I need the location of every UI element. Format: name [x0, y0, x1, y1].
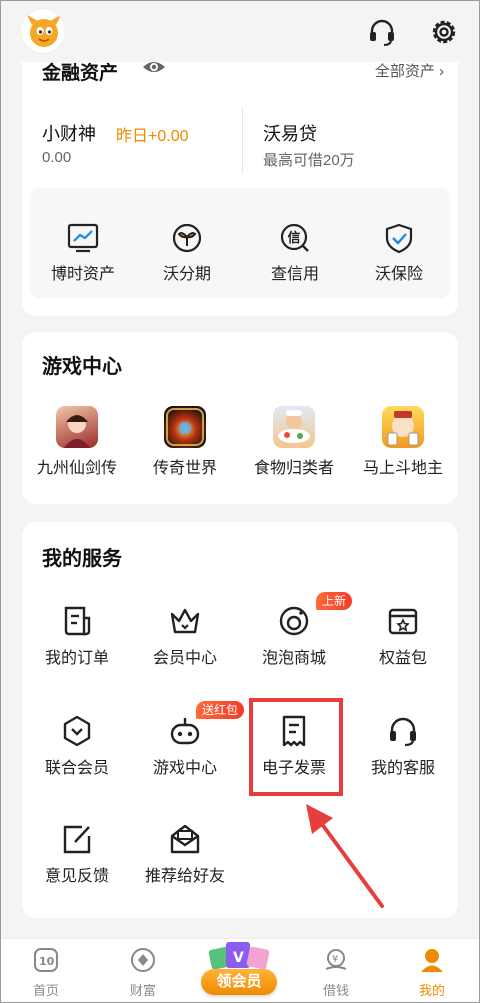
services-title: 我的服务	[42, 548, 122, 570]
highlight-box	[249, 698, 343, 796]
nav-vip-button[interactable]: 领会员	[201, 969, 277, 995]
quick-item-label: 沃保险	[374, 266, 423, 283]
game-thumbnail	[382, 406, 424, 448]
avatar[interactable]	[20, 8, 66, 54]
game-thumbnail	[273, 406, 315, 448]
service-my-orders[interactable]: 我的订单	[22, 604, 132, 668]
game-center-title: 游戏中心	[42, 356, 122, 378]
edit-icon	[63, 825, 91, 854]
game-item[interactable]: 食物归类者	[239, 406, 349, 478]
annotation-arrow-icon	[306, 804, 384, 908]
nav-loan[interactable]: ¥ 借钱	[306, 947, 366, 999]
sprout-icon	[172, 223, 202, 253]
nav-label: 首页	[32, 983, 59, 998]
credit-search-icon: 信	[280, 223, 309, 252]
nav-home[interactable]: 10 首页	[16, 947, 76, 999]
game-item[interactable]: 九州仙剑传	[22, 406, 132, 478]
service-recommend-friend[interactable]: 推荐给好友	[130, 822, 240, 886]
service-member-center[interactable]: 会员中心	[130, 604, 240, 668]
top-bar	[0, 0, 480, 62]
service-label: 会员中心	[152, 650, 217, 667]
asset-yesterday-tag: 昨日+0.00	[116, 128, 189, 145]
game-thumbnail	[164, 406, 206, 448]
service-label: 权益包	[378, 650, 427, 667]
service-benefit-pack[interactable]: 权益包	[348, 604, 458, 668]
service-label: 意见反馈	[44, 868, 109, 885]
game-label: 马上斗地主	[362, 460, 443, 477]
quick-item-fenqi[interactable]: 沃分期	[132, 222, 242, 284]
nav-label: 我的	[418, 983, 445, 998]
service-label: 我的客服	[370, 760, 435, 777]
quick-item-insurance[interactable]: 沃保险	[344, 222, 454, 284]
asset-name[interactable]: 小财神	[42, 120, 96, 146]
nav-label: 财富	[129, 983, 156, 998]
new-badge: 上新	[316, 592, 353, 610]
shield-check-icon	[385, 223, 413, 254]
service-label: 游戏中心	[152, 760, 217, 777]
crown-icon	[170, 608, 200, 634]
profile-icon	[421, 949, 443, 972]
asset-value: 最高可借20万	[263, 152, 355, 169]
service-joint-member[interactable]: 联合会员	[22, 714, 132, 778]
nav-wealth[interactable]: 财富	[113, 947, 173, 999]
divider	[242, 108, 243, 174]
share-mail-icon	[170, 824, 200, 854]
hexagon-chevron-icon	[63, 715, 91, 747]
all-assets-link[interactable]: 全部资产 ›	[375, 60, 444, 81]
quick-item-credit[interactable]: 信 查信用	[240, 222, 350, 284]
game-label: 九州仙剑传	[36, 460, 117, 477]
service-label: 联合会员	[44, 760, 109, 777]
quick-item-boshi[interactable]: 博时资产	[28, 222, 138, 284]
bubble-icon	[279, 606, 309, 636]
nav-label: 借钱	[322, 983, 349, 998]
chart-icon	[67, 223, 99, 253]
avatar-mascot-icon	[27, 15, 61, 47]
loan-icon: ¥	[325, 949, 347, 970]
asset-value: 0.00	[42, 149, 72, 166]
game-label: 食物归类者	[253, 460, 334, 477]
svg-text:10: 10	[39, 955, 55, 968]
service-label: 泡泡商城	[261, 650, 326, 667]
order-icon	[64, 606, 91, 636]
quick-item-label: 沃分期	[162, 266, 211, 283]
service-bubble-mall[interactable]: 泡泡商城	[239, 604, 349, 668]
game-item[interactable]: 马上斗地主	[348, 406, 458, 478]
assets-title: 金融资产	[42, 63, 119, 84]
asset-name[interactable]: 沃易贷	[263, 120, 317, 146]
service-customer-service[interactable]: 我的客服	[348, 714, 458, 778]
quick-item-label: 博时资产	[50, 266, 115, 283]
headset-icon[interactable]	[366, 16, 398, 48]
wallet-icon	[388, 608, 418, 635]
service-game-center[interactable]: 游戏中心	[130, 714, 240, 778]
game-thumbnail	[56, 406, 98, 448]
service-label: 推荐给好友	[144, 868, 225, 885]
svg-text:V: V	[233, 950, 244, 966]
svg-text:¥: ¥	[332, 954, 338, 965]
nav-profile[interactable]: 我的	[402, 947, 462, 999]
gear-icon[interactable]	[428, 16, 460, 48]
game-item[interactable]: 传奇世界	[130, 406, 240, 478]
home-icon: 10	[34, 948, 58, 972]
gamepad-icon	[170, 718, 200, 745]
quick-item-label: 查信用	[270, 266, 319, 283]
service-feedback[interactable]: 意见反馈	[22, 822, 132, 886]
svg-text:信: 信	[288, 230, 301, 246]
headset-icon	[390, 717, 416, 747]
wealth-icon	[131, 948, 155, 972]
red-packet-badge: 送红包	[196, 701, 245, 719]
service-label: 我的订单	[44, 650, 109, 667]
game-label: 传奇世界	[152, 460, 217, 477]
